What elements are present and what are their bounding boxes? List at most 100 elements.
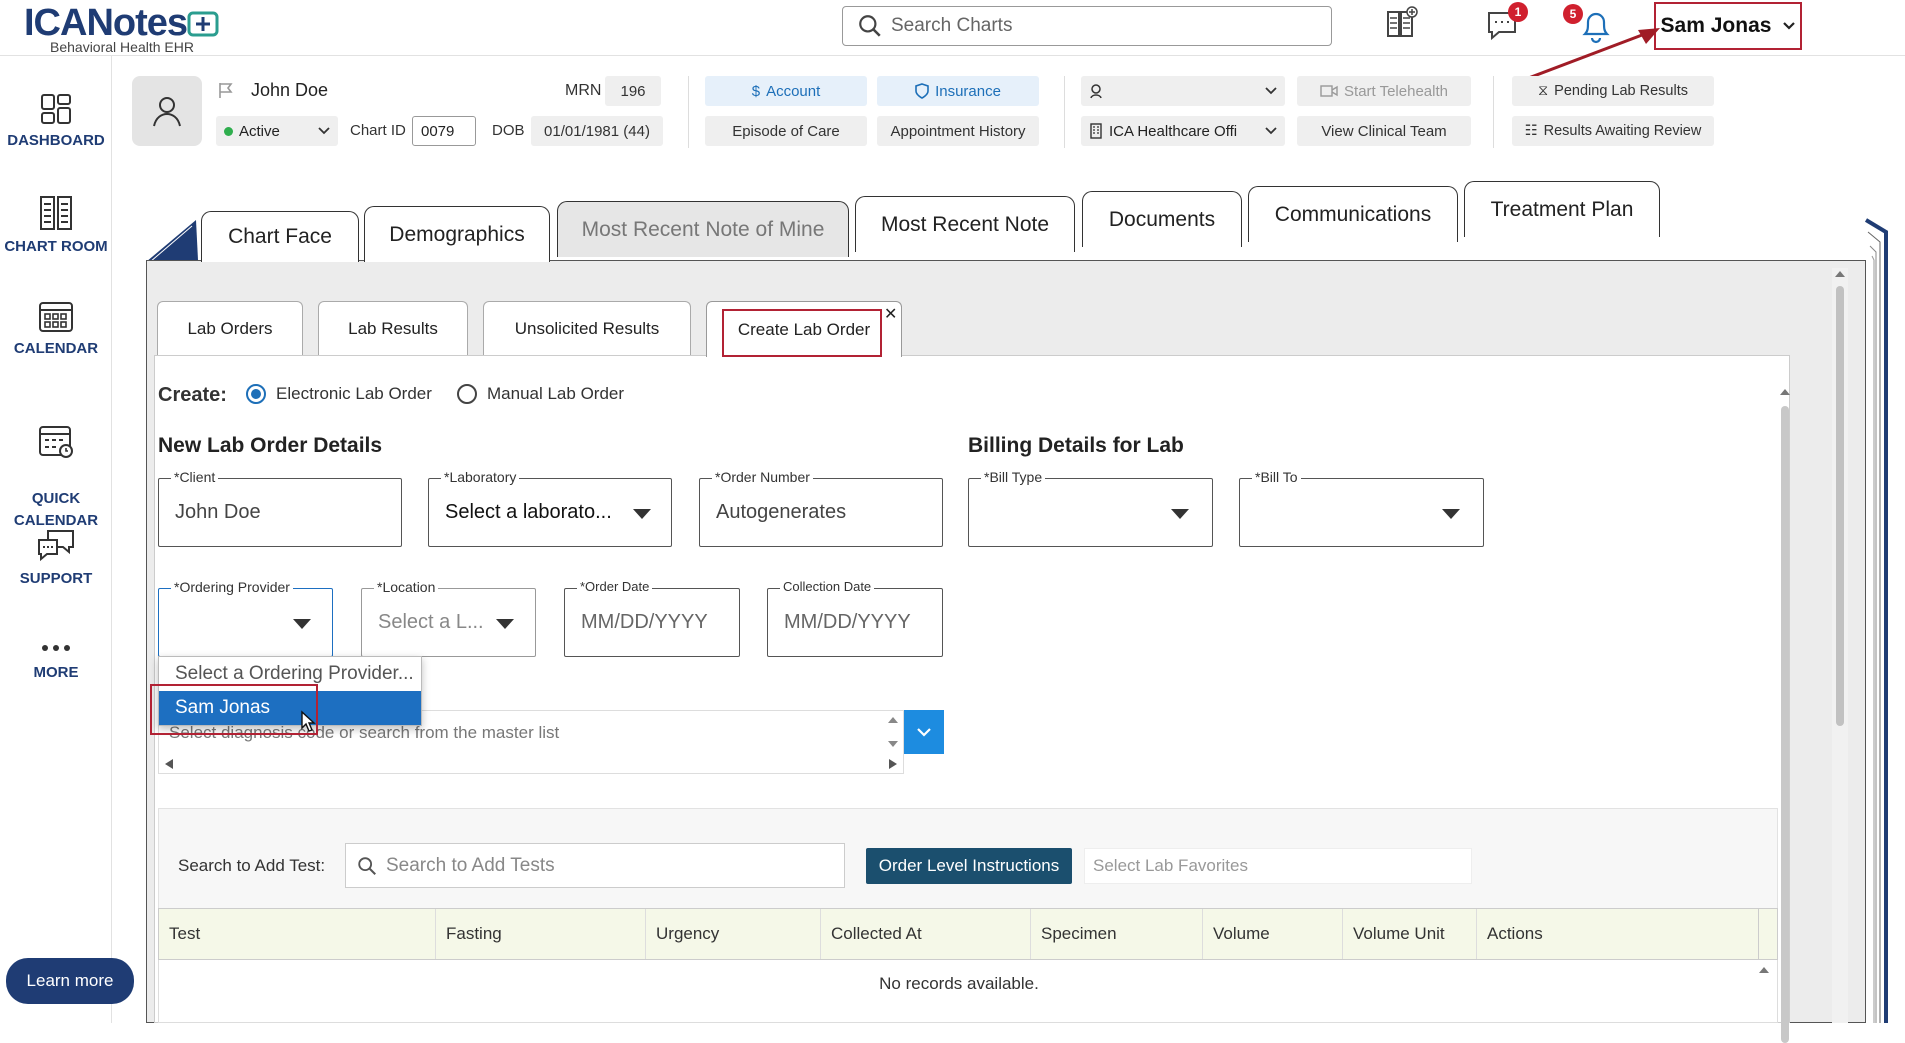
subtab-unsolicited-results[interactable]: Unsolicited Results <box>483 301 691 356</box>
header-divider <box>688 76 689 148</box>
dashboard-icon <box>41 94 71 124</box>
dollar-icon: $ <box>751 82 761 100</box>
annotation-highlight-tab <box>722 309 882 357</box>
logo-plus-icon <box>187 11 219 36</box>
tab-documents[interactable]: Documents <box>1082 191 1242 247</box>
patient-status-select[interactable]: Active <box>216 116 338 146</box>
column-volume-unit[interactable]: Volume Unit <box>1343 909 1477 959</box>
search-charts-input[interactable]: Search Charts <box>842 6 1332 46</box>
order-date-field[interactable]: *Order Date MM/DD/YYYY <box>564 579 740 657</box>
location-select[interactable]: *Location Select a L... <box>361 579 536 657</box>
provider-select[interactable] <box>1081 76 1285 106</box>
chevron-down-icon <box>917 728 931 737</box>
tab-communications[interactable]: Communications <box>1248 186 1458 242</box>
tab-demographics[interactable]: Demographics <box>364 206 550 262</box>
tab-chart-face[interactable]: Chart Face <box>201 211 359 262</box>
patient-avatar <box>132 76 202 146</box>
tests-table-header: Test Fasting Urgency Collected At Specim… <box>158 908 1778 960</box>
scroll-up-icon <box>1759 967 1769 973</box>
new-lab-order-details-title: New Lab Order Details <box>158 434 383 457</box>
column-collected-at[interactable]: Collected At <box>821 909 1031 959</box>
column-fasting[interactable]: Fasting <box>436 909 646 959</box>
status-dot <box>224 126 233 136</box>
appointment-history-button[interactable]: Appointment History <box>877 116 1039 146</box>
close-tab-icon[interactable]: ✕ <box>884 304 897 324</box>
nav-dashboard[interactable]: DASHBOARD <box>0 92 112 149</box>
nav-support[interactable]: SUPPORT <box>0 528 112 587</box>
radio-selected <box>246 384 266 404</box>
search-icon <box>859 15 881 37</box>
lab-favorites-select[interactable]: Select Lab Favorites <box>1084 848 1472 884</box>
book-scroll-thumb[interactable] <box>1836 286 1844 726</box>
results-awaiting-review-button[interactable]: ☷ Results Awaiting Review <box>1512 116 1714 146</box>
start-telehealth-label: Start Telehealth <box>1344 82 1448 100</box>
tab-treatment-plan[interactable]: Treatment Plan <box>1464 181 1660 237</box>
order-level-instructions-button[interactable]: Order Level Instructions <box>866 848 1072 884</box>
electronic-lab-order-radio[interactable]: Electronic Lab Order <box>246 384 432 404</box>
client-field[interactable]: *Client John Doe <box>158 469 402 547</box>
manual-lab-order-radio[interactable]: Manual Lab Order <box>457 384 624 404</box>
brand-tagline: Behavioral Health EHR <box>50 39 194 55</box>
patient-status: Active <box>239 122 280 140</box>
caret-down-icon <box>1171 509 1189 519</box>
column-specimen[interactable]: Specimen <box>1031 909 1203 959</box>
column-volume[interactable]: Volume <box>1203 909 1343 959</box>
collection-date-field[interactable]: Collection Date MM/DD/YYYY <box>767 579 943 657</box>
view-clinical-team-button[interactable]: View Clinical Team <box>1297 116 1471 146</box>
subtab-lab-results[interactable]: Lab Results <box>318 301 468 356</box>
book-scrollbar[interactable] <box>1832 268 1848 1023</box>
nav-dashboard-label: DASHBOARD <box>7 132 105 149</box>
laboratory-value: Select a laborato... <box>445 501 612 523</box>
no-records-message: No records available. <box>879 974 1039 993</box>
episode-of-care-button[interactable]: Episode of Care <box>705 116 867 146</box>
column-actions[interactable]: Actions <box>1477 909 1759 959</box>
panel-scroll-thumb[interactable] <box>1781 406 1789 1043</box>
laboratory-label: *Laboratory <box>441 469 520 485</box>
search-tests-input[interactable]: Search to Add Tests <box>345 843 845 888</box>
column-urgency[interactable]: Urgency <box>646 909 821 959</box>
ordering-provider-label: *Ordering Provider <box>171 579 293 595</box>
diagnosis-dropdown-button[interactable] <box>904 710 944 754</box>
order-date-label: *Order Date <box>577 579 653 594</box>
diagnosis-horizontal-scroll-icon <box>165 759 897 769</box>
nav-quick-calendar-label: QUICK CALENDAR <box>13 490 99 529</box>
brand-logo[interactable]: ICANotes Behavioral Health EHR <box>24 2 221 55</box>
dob-label: DOB <box>492 122 525 139</box>
nav-chart-room-label: CHART ROOM <box>4 238 108 255</box>
electronic-lab-order-label: Electronic Lab Order <box>276 384 432 403</box>
subtab-lab-orders[interactable]: Lab Orders <box>157 301 303 356</box>
account-button[interactable]: $ Account <box>705 76 867 106</box>
new-chart-icon[interactable] <box>1384 6 1418 40</box>
nav-calendar[interactable]: CALENDAR <box>0 298 112 357</box>
pending-lab-results-button[interactable]: ⧖ Pending Lab Results <box>1512 76 1714 106</box>
nav-more[interactable]: MORE <box>0 638 112 681</box>
nav-chart-room[interactable]: CHART ROOM <box>0 194 112 255</box>
person-icon <box>153 97 181 127</box>
nav-calendar-label: CALENDAR <box>13 340 99 357</box>
office-select[interactable]: ICA Healthcare Offi <box>1081 116 1285 146</box>
person-search-icon <box>1090 84 1102 99</box>
panel-scrollbar[interactable] <box>1778 386 1792 1043</box>
ordering-provider-select[interactable]: *Ordering Provider <box>158 579 333 657</box>
tab-most-recent-note[interactable]: Most Recent Note <box>855 196 1075 252</box>
tab-most-recent-note-of-mine[interactable]: Most Recent Note of Mine <box>557 201 849 257</box>
insurance-button[interactable]: Insurance <box>877 76 1039 106</box>
column-test[interactable]: Test <box>159 909 436 959</box>
order-number-value: Autogenerates <box>716 501 847 523</box>
bill-to-select[interactable]: *Bill To <box>1239 469 1484 547</box>
search-placeholder: Search Charts <box>891 15 1013 36</box>
user-menu-button[interactable]: Sam Jonas <box>1654 2 1802 50</box>
calendar-icon <box>39 302 73 332</box>
bill-type-select[interactable]: *Bill Type <box>968 469 1213 547</box>
start-telehealth-button[interactable]: Start Telehealth <box>1297 76 1471 106</box>
manual-lab-order-label: Manual Lab Order <box>487 384 625 403</box>
bill-type-label: *Bill Type <box>981 469 1046 485</box>
pending-lab-label: Pending Lab Results <box>1554 83 1688 99</box>
laboratory-select[interactable]: *Laboratory Select a laborato... <box>428 469 672 547</box>
flag-icon[interactable] <box>217 81 235 99</box>
annotation-highlight-option <box>150 684 318 735</box>
chevron-down-icon <box>1783 22 1796 30</box>
hourglass-icon: ⧖ <box>1537 83 1549 99</box>
order-number-field[interactable]: *Order Number Autogenerates <box>699 469 943 547</box>
learn-more-button[interactable]: Learn more <box>6 958 134 1004</box>
